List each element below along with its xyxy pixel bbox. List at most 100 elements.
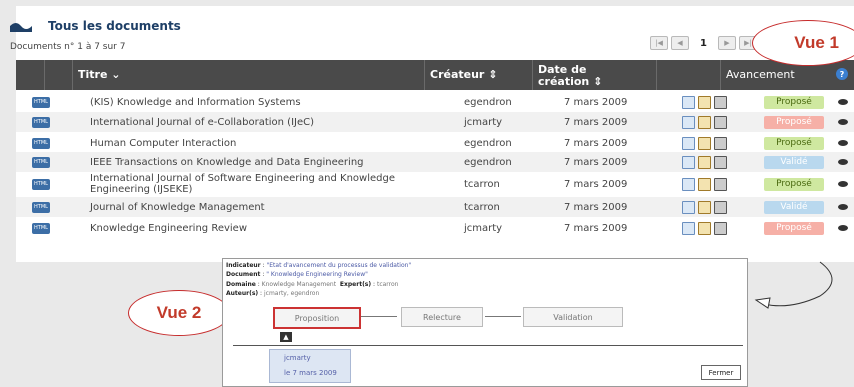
status-badge: Proposé <box>764 115 824 129</box>
arrow-up-icon: ▲ <box>280 332 292 342</box>
row-status-cell: Proposé <box>764 218 834 238</box>
step-proposition[interactable]: Proposition <box>273 307 361 329</box>
row-icon-cell: HTML <box>32 112 54 132</box>
html-file-icon[interactable]: HTML <box>32 116 50 128</box>
edit-icon[interactable] <box>698 155 711 169</box>
edit-icon[interactable] <box>698 200 711 214</box>
html-file-icon[interactable]: HTML <box>32 156 50 168</box>
eye-icon[interactable] <box>838 181 848 187</box>
row-title[interactable]: IEEE Transactions on Knowledge and Data … <box>90 152 440 172</box>
eye-icon[interactable] <box>838 99 848 105</box>
html-file-icon[interactable]: HTML <box>32 96 50 108</box>
list-icon[interactable] <box>682 155 695 169</box>
html-file-icon[interactable]: HTML <box>32 201 50 213</box>
step-user: jcmarty <box>284 354 311 362</box>
row-date: 7 mars 2009 <box>564 201 628 213</box>
trash-icon[interactable] <box>714 136 727 150</box>
header-date[interactable]: Date de création ⇕ <box>532 60 657 90</box>
row-view-cell <box>838 197 852 217</box>
table-row[interactable]: HTML International Journal of e-Collabora… <box>16 112 854 132</box>
row-date: 7 mars 2009 <box>564 222 628 234</box>
status-badge: Proposé <box>764 177 824 191</box>
table-row[interactable]: HTML IEEE Transactions on Knowledge and D… <box>16 152 854 172</box>
list-icon[interactable] <box>682 200 695 214</box>
status-badge: Proposé <box>764 95 824 109</box>
header-titre[interactable]: Titre ⌄ <box>72 60 425 90</box>
first-page-button[interactable]: |◀ <box>650 36 668 50</box>
validation-detail-popup: Indicateur : "Etat d'avancement du proce… <box>222 258 748 387</box>
eye-icon[interactable] <box>838 225 848 231</box>
table-row[interactable]: HTML International Journal of Software En… <box>16 172 854 196</box>
eye-icon[interactable] <box>838 140 848 146</box>
eye-icon[interactable] <box>838 159 848 165</box>
row-date: 7 mars 2009 <box>564 137 628 149</box>
timeline-divider <box>233 345 743 346</box>
step-info-box: jcmarty le 7 mars 2009 <box>269 349 351 383</box>
table-row[interactable]: HTML Knowledge Engineering Review jcmarty 7… <box>16 218 854 238</box>
row-creator: tcarron <box>464 178 500 190</box>
row-date: 7 mars 2009 <box>564 116 628 128</box>
edit-icon[interactable] <box>698 115 711 129</box>
row-date: 7 mars 2009 <box>564 156 628 168</box>
trash-icon[interactable] <box>714 200 727 214</box>
row-creator: tcarron <box>464 201 500 213</box>
row-actions <box>682 152 742 172</box>
edit-icon[interactable] <box>698 95 711 109</box>
eye-icon[interactable] <box>838 119 848 125</box>
row-actions <box>682 218 742 238</box>
list-icon[interactable] <box>682 177 695 191</box>
row-title[interactable]: Knowledge Engineering Review <box>90 218 440 238</box>
trash-icon[interactable] <box>714 221 727 235</box>
edit-icon[interactable] <box>698 221 711 235</box>
step-connector <box>361 316 397 317</box>
html-file-icon[interactable]: HTML <box>32 137 50 149</box>
row-icon-cell: HTML <box>32 197 54 217</box>
edit-icon[interactable] <box>698 177 711 191</box>
fermer-button[interactable]: Fermer <box>701 365 741 380</box>
row-date: 7 mars 2009 <box>564 178 628 190</box>
row-actions <box>682 112 742 132</box>
trash-icon[interactable] <box>714 177 727 191</box>
folder-flag-icon <box>10 23 32 32</box>
prev-page-button[interactable]: ◀ <box>671 36 689 50</box>
html-file-icon[interactable]: HTML <box>32 178 50 190</box>
list-icon[interactable] <box>682 221 695 235</box>
row-view-cell <box>838 172 852 196</box>
edit-icon[interactable] <box>698 136 711 150</box>
header-actions <box>656 60 721 90</box>
row-status-cell: Validé <box>764 152 834 172</box>
row-title[interactable]: Journal of Knowledge Management <box>90 197 440 217</box>
domaine-line: Domaine : Knowledge Management Expert(s)… <box>226 281 399 288</box>
row-icon-cell: HTML <box>32 133 54 153</box>
list-icon[interactable] <box>682 136 695 150</box>
list-icon[interactable] <box>682 95 695 109</box>
row-icon-cell: HTML <box>32 218 54 238</box>
document-line: Document : " Knowledge Engineering Revie… <box>226 271 368 278</box>
row-creator: egendron <box>464 137 512 149</box>
row-status-cell: Proposé <box>764 172 834 196</box>
row-title[interactable]: International Journal of Software Engine… <box>90 172 440 196</box>
trash-icon[interactable] <box>714 95 727 109</box>
table-row[interactable]: HTML (KIS) Knowledge and Information Syst… <box>16 92 854 112</box>
html-file-icon[interactable]: HTML <box>32 222 50 234</box>
step-validation[interactable]: Validation <box>523 307 623 327</box>
step-relecture[interactable]: Relecture <box>401 307 483 327</box>
vue1-callout: Vue 1 <box>752 20 854 66</box>
row-title[interactable]: (KIS) Knowledge and Information Systems <box>90 92 440 112</box>
title-row: Tous les documents <box>10 18 181 34</box>
trash-icon[interactable] <box>714 115 727 129</box>
row-title[interactable]: International Journal of e-Collaboration… <box>90 112 440 132</box>
row-title[interactable]: Human Computer Interaction <box>90 133 440 153</box>
next-page-button[interactable]: ▶ <box>717 36 736 50</box>
table-row[interactable]: HTML Human Computer Interaction egendron 7 … <box>16 133 854 153</box>
row-view-cell <box>838 152 852 172</box>
help-icon[interactable]: ? <box>836 68 848 80</box>
trash-icon[interactable] <box>714 155 727 169</box>
header-createur[interactable]: Créateur ⇕ <box>424 60 533 90</box>
header-blank-col <box>44 60 73 90</box>
row-actions <box>682 172 742 196</box>
table-row[interactable]: HTML Journal of Knowledge Management tcarr… <box>16 197 854 217</box>
eye-icon[interactable] <box>838 204 848 210</box>
list-icon[interactable] <box>682 115 695 129</box>
header-avancement[interactable]: Avancement ? <box>720 60 854 90</box>
